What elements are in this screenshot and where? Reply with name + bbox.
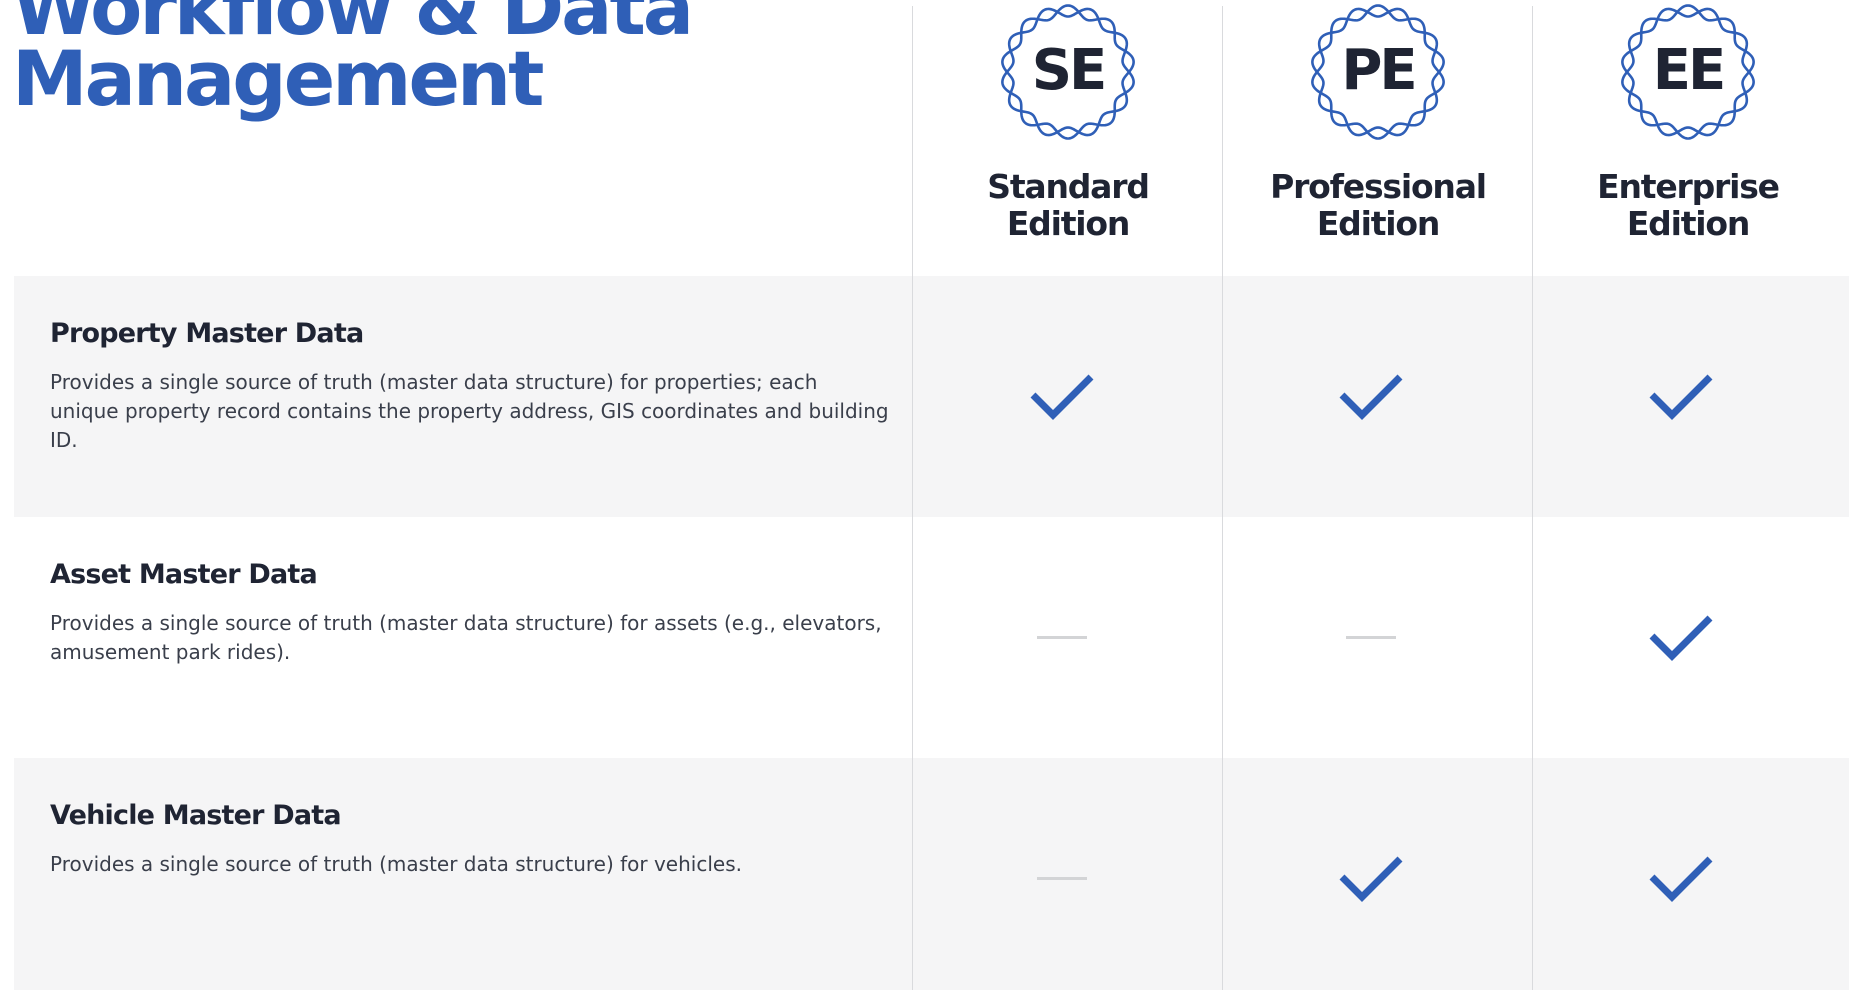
edition-name-line-1: Standard xyxy=(987,167,1150,206)
edition-abbreviation: EE xyxy=(1652,38,1727,103)
page-title-line-2: Management xyxy=(12,34,544,123)
dash-icon xyxy=(1037,636,1087,639)
feature-name: Property Master Data xyxy=(50,318,364,349)
dash-icon xyxy=(1346,636,1396,639)
checkmark-icon xyxy=(1649,615,1713,661)
edition-name-line-1: Professional xyxy=(1270,167,1487,206)
edition-name-line-2: Edition xyxy=(1006,204,1131,243)
feature-row-vehicle-master-data: Vehicle Master Data Provides a single so… xyxy=(14,758,1849,990)
feature-row-property-master-data: Property Master Data Provides a single s… xyxy=(14,276,1849,517)
feature-description: Provides a single source of truth (maste… xyxy=(50,852,742,876)
availability-standard xyxy=(907,517,1217,758)
availability-professional xyxy=(1216,517,1526,758)
dash-icon xyxy=(1037,877,1087,880)
availability-professional xyxy=(1216,276,1526,517)
edition-name-line-1: Enterprise xyxy=(1597,167,1780,206)
checkmark-icon xyxy=(1030,374,1094,420)
edition-header-professional: PE Professional Edition xyxy=(1223,0,1533,242)
edition-name-line-2: Edition xyxy=(1626,204,1751,243)
availability-enterprise xyxy=(1526,276,1836,517)
wavy-seal-badge-icon: PE xyxy=(1308,2,1448,142)
availability-enterprise xyxy=(1526,517,1836,758)
feature-name: Vehicle Master Data xyxy=(50,800,342,831)
edition-name-line-2: Edition xyxy=(1316,204,1441,243)
availability-professional xyxy=(1216,758,1526,999)
availability-enterprise xyxy=(1526,758,1836,999)
availability-standard xyxy=(907,758,1217,999)
checkmark-icon xyxy=(1649,374,1713,420)
feature-name: Asset Master Data xyxy=(50,559,318,590)
wavy-seal-badge-icon: SE xyxy=(998,2,1138,142)
availability-standard xyxy=(907,276,1217,517)
edition-name: Enterprise Edition xyxy=(1533,168,1843,242)
checkmark-icon xyxy=(1339,856,1403,902)
edition-header-enterprise: EE Enterprise Edition xyxy=(1533,0,1843,242)
checkmark-icon xyxy=(1339,374,1403,420)
feature-description: Provides a single source of truth (maste… xyxy=(50,370,889,452)
checkmark-icon xyxy=(1649,856,1713,902)
edition-abbreviation: SE xyxy=(1031,38,1108,103)
wavy-seal-badge-icon: EE xyxy=(1618,2,1758,142)
edition-abbreviation: PE xyxy=(1341,38,1417,103)
edition-name: Standard Edition xyxy=(913,168,1223,242)
feature-row-asset-master-data: Asset Master Data Provides a single sour… xyxy=(14,517,1849,758)
edition-header-standard: SE Standard Edition xyxy=(913,0,1223,242)
feature-description: Provides a single source of truth (maste… xyxy=(50,611,882,664)
edition-name: Professional Edition xyxy=(1223,168,1533,242)
page-title: Workflow & Data Management xyxy=(12,0,892,123)
